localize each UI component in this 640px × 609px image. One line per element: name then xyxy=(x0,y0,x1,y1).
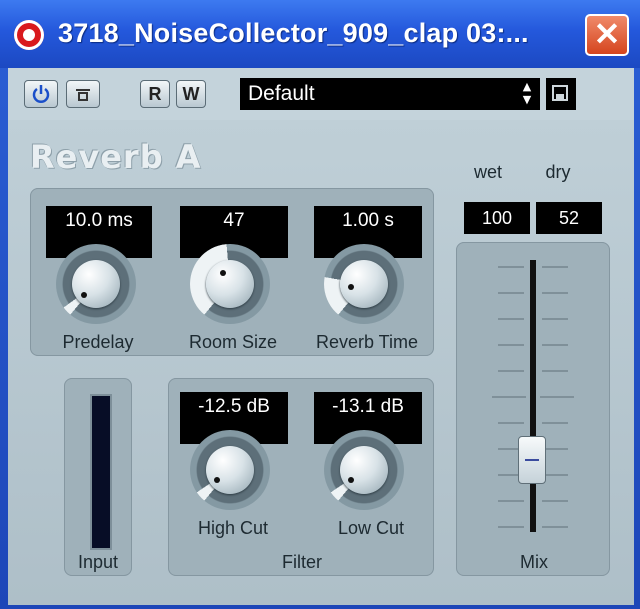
mix-scale-tick xyxy=(542,266,568,268)
room-size-knob[interactable] xyxy=(190,244,270,324)
mix-label: Mix xyxy=(520,552,548,572)
bypass-icon xyxy=(76,89,90,101)
reverb-time-label: Reverb Time xyxy=(315,332,419,352)
mix-scale-tick xyxy=(542,422,568,424)
power-icon xyxy=(32,85,50,103)
predelay-knob-cap xyxy=(72,260,120,308)
room-size-knob-pointer xyxy=(220,270,226,276)
mix-scale-tick xyxy=(498,500,524,502)
cubase-app-icon xyxy=(14,20,44,50)
bypass-button[interactable] xyxy=(66,80,100,108)
chevron-up-icon[interactable]: ▲ xyxy=(523,80,531,93)
low-cut-knob-cap xyxy=(340,446,388,494)
high-cut-knob[interactable] xyxy=(190,430,270,510)
low-cut-knob[interactable] xyxy=(324,430,404,510)
save-preset-icon[interactable] xyxy=(546,78,576,110)
mix-scale-tick xyxy=(498,422,524,424)
mix-scale-tick xyxy=(498,344,524,346)
high-cut-label: High Cut xyxy=(197,518,269,538)
mix-scale-tick-center xyxy=(492,396,526,398)
mix-scale-tick xyxy=(542,292,568,294)
plugin-toolbar: R W Default ▲ ▼ xyxy=(8,68,634,120)
input-label: Input xyxy=(77,552,119,572)
mix-scale-tick xyxy=(498,318,524,320)
room-size-knob-cap xyxy=(206,260,254,308)
write-automation-button[interactable]: W xyxy=(176,80,206,108)
window-title: 3718_NoiseCollector_909_clap 03:... xyxy=(58,18,529,48)
mix-fader-handle[interactable] xyxy=(518,436,546,484)
predelay-label: Predelay xyxy=(62,332,134,352)
mix-scale-tick xyxy=(542,344,568,346)
plugin-window: 3718_NoiseCollector_909_clap 03:... ✕ R … xyxy=(0,0,640,609)
mix-scale-tick xyxy=(498,292,524,294)
read-automation-button[interactable]: R xyxy=(140,80,170,108)
title-bar[interactable]: 3718_NoiseCollector_909_clap 03:... ✕ xyxy=(0,0,640,68)
mix-scale-tick xyxy=(542,526,568,528)
reverb-time-knob-cap xyxy=(340,260,388,308)
mix-scale-tick xyxy=(498,526,524,528)
room-size-label: Room Size xyxy=(188,332,278,352)
wet-value-display[interactable]: 100 xyxy=(464,202,530,234)
high-cut-knob-cap xyxy=(206,446,254,494)
reverb-time-knob-pointer xyxy=(348,284,354,290)
plugin-name: Reverb A xyxy=(30,138,202,176)
chevron-down-icon[interactable]: ▼ xyxy=(523,93,531,106)
low-cut-label: Low Cut xyxy=(337,518,405,538)
mix-scale-tick xyxy=(498,266,524,268)
predelay-knob-pointer xyxy=(81,292,87,298)
reverb-time-knob[interactable] xyxy=(324,244,404,324)
input-level-meter xyxy=(90,394,112,550)
low-cut-knob-pointer xyxy=(348,477,354,483)
mix-fader-track[interactable] xyxy=(530,260,536,532)
mix-scale-tick-center xyxy=(540,396,574,398)
mix-scale-tick xyxy=(542,318,568,320)
close-button[interactable]: ✕ xyxy=(585,14,629,56)
predelay-knob[interactable] xyxy=(56,244,136,324)
wet-label: wet xyxy=(473,162,502,182)
preset-field[interactable]: Default xyxy=(240,78,540,110)
power-button[interactable] xyxy=(24,80,58,108)
high-cut-knob-pointer xyxy=(214,477,220,483)
dry-value-display[interactable]: 52 xyxy=(536,202,602,234)
plugin-panel: Reverb A 10.0 ms Predelay 47 Room Size 1… xyxy=(8,120,634,605)
mix-scale-tick xyxy=(498,370,524,372)
preset-spinner[interactable]: ▲ ▼ xyxy=(516,80,538,108)
mix-scale-tick xyxy=(542,500,568,502)
mix-scale-tick xyxy=(542,370,568,372)
filter-label: Filter xyxy=(282,552,322,572)
dry-label: dry xyxy=(545,162,571,182)
